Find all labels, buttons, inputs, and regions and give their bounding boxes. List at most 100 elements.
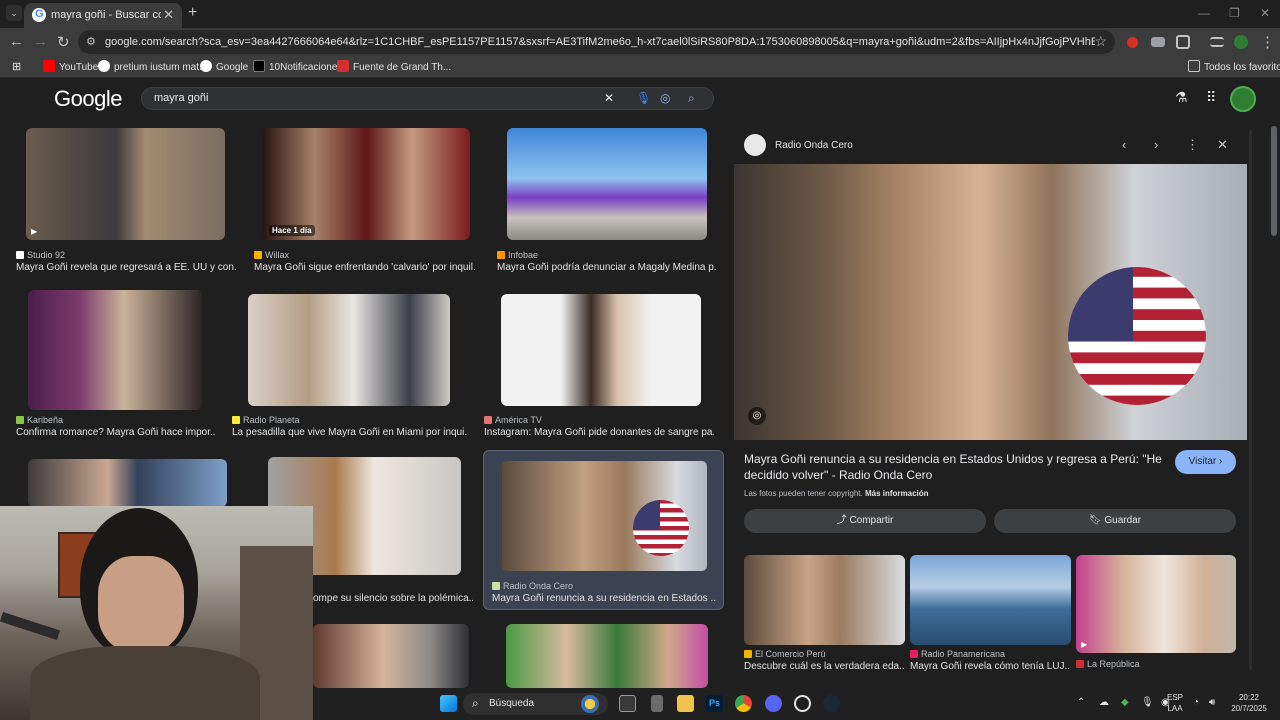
security-icon[interactable]: ◆ bbox=[1121, 697, 1129, 708]
account-avatar[interactable] bbox=[1230, 86, 1256, 112]
related-caption-1[interactable]: Descubre cuál es la verdadera eda... bbox=[744, 661, 905, 672]
file-explorer-icon[interactable] bbox=[677, 695, 694, 712]
tab-search-button[interactable]: ⌄ bbox=[6, 5, 22, 21]
google-apps-icon[interactable]: ⠿ bbox=[1206, 89, 1216, 106]
related-source-2[interactable]: Radio Panamericana bbox=[910, 649, 1005, 659]
previous-image-icon[interactable]: ‹ bbox=[1122, 137, 1126, 152]
result-source-selected[interactable]: Radio Onda Cero bbox=[492, 581, 573, 591]
weather-widget-icon[interactable] bbox=[581, 695, 599, 713]
related-image-3[interactable]: ▶ bbox=[1076, 555, 1236, 653]
obs-icon[interactable] bbox=[794, 695, 811, 712]
search-box[interactable]: mayra goñi ✕ 🎙 ◎ ⌕ bbox=[141, 87, 714, 110]
discord-icon[interactable] bbox=[765, 695, 782, 712]
extension-red-icon[interactable] bbox=[1127, 37, 1138, 48]
result-image-7[interactable] bbox=[28, 459, 227, 507]
lens-icon[interactable]: ◎ bbox=[660, 91, 670, 105]
result-caption-1[interactable]: Mayra Goñi revela que regresará a EE. UU… bbox=[16, 262, 236, 273]
onedrive-icon[interactable]: ☁ bbox=[1099, 697, 1109, 708]
result-source-1[interactable]: Studio 92 bbox=[16, 250, 65, 260]
microphone-icon[interactable]: 🎙︎ bbox=[1141, 697, 1154, 708]
result-source-6[interactable]: América TV bbox=[484, 415, 542, 425]
apps-grid-icon[interactable]: ⊞ bbox=[12, 60, 21, 73]
result-caption-5[interactable]: La pesadilla que vive Mayra Goñi en Miam… bbox=[232, 427, 467, 438]
bookmark-grand-theft[interactable]: Fuente de Grand Th... bbox=[337, 60, 451, 73]
panel-title[interactable]: Mayra Goñi renuncia a su residencia en E… bbox=[744, 451, 1164, 483]
site-info-icon[interactable]: ⚙ bbox=[86, 35, 96, 48]
more-options-icon[interactable]: ⋮ bbox=[1186, 137, 1199, 153]
bookmark-notificaciones[interactable]: 10Notificaciones bbox=[253, 60, 342, 73]
bookmark-pretium[interactable]: pretium iustum mat... bbox=[98, 60, 207, 73]
close-panel-icon[interactable]: ✕ bbox=[1217, 137, 1228, 153]
result-image-3[interactable] bbox=[507, 128, 707, 240]
volume-icon[interactable]: 🔊︎ bbox=[1209, 697, 1215, 708]
address-bar[interactable]: ⚙ google.com/search?sca_esv=3ea442766606… bbox=[78, 30, 1115, 54]
result-card-selected[interactable]: Radio Onda Cero Mayra Goñi renuncia a su… bbox=[483, 450, 724, 610]
bookmark-star-icon[interactable]: ☆ bbox=[1094, 33, 1107, 50]
back-button[interactable]: ← bbox=[9, 33, 24, 50]
panel-source[interactable]: Radio Onda Cero bbox=[775, 140, 853, 151]
result-image-4[interactable] bbox=[28, 290, 202, 410]
voice-search-icon[interactable]: 🎙 bbox=[636, 91, 651, 105]
maximize-button[interactable]: ❐ bbox=[1229, 6, 1240, 20]
reload-button[interactable]: ↻ bbox=[57, 33, 70, 51]
forward-button[interactable]: → bbox=[33, 33, 48, 50]
tray-overflow-icon[interactable]: ⌃ bbox=[1077, 697, 1085, 708]
share-button[interactable]: ⤴ Compartir bbox=[744, 509, 986, 533]
extension-gray-icon[interactable] bbox=[1151, 37, 1165, 47]
active-tab[interactable]: mayra goñi - Buscar con Google ✕ bbox=[24, 3, 182, 28]
result-image-6[interactable] bbox=[501, 294, 701, 406]
panel-scrollbar[interactable] bbox=[1249, 130, 1252, 670]
result-image-9[interactable] bbox=[313, 624, 469, 688]
profile-avatar[interactable] bbox=[1234, 35, 1248, 49]
result-image-1[interactable]: ▶ bbox=[26, 128, 225, 240]
result-caption-7[interactable]: ompe su silencio sobre la polémica... bbox=[313, 593, 473, 604]
bookmark-youtube[interactable]: YouTube bbox=[43, 60, 98, 73]
close-tab-icon[interactable]: ✕ bbox=[163, 7, 174, 23]
chrome-icon[interactable] bbox=[735, 695, 752, 712]
result-source-5[interactable]: Radio Planeta bbox=[232, 415, 300, 425]
result-source-3[interactable]: Infobae bbox=[497, 250, 538, 260]
more-info-link[interactable]: Más información bbox=[865, 489, 929, 498]
result-image-10[interactable] bbox=[506, 624, 708, 688]
result-image-5[interactable] bbox=[248, 294, 450, 406]
windows-start-icon[interactable] bbox=[440, 695, 457, 712]
result-source-4[interactable]: Karibeña bbox=[16, 415, 63, 425]
page-scrollbar[interactable] bbox=[1271, 126, 1277, 236]
search-query[interactable]: mayra goñi bbox=[154, 92, 208, 104]
save-button[interactable]: 🔖︎ Guardar bbox=[994, 509, 1236, 533]
result-image-2[interactable]: Hace 1 día bbox=[263, 128, 470, 240]
reading-list-icon[interactable] bbox=[1210, 37, 1224, 47]
taskbar-search[interactable]: ⌕ Búsqueda bbox=[463, 693, 608, 715]
related-caption-2[interactable]: Mayra Goñi revela cómo tenía LUJ... bbox=[910, 661, 1071, 672]
language-indicator[interactable]: ESP LAA bbox=[1163, 692, 1187, 714]
photoshop-icon[interactable]: Ps bbox=[706, 695, 723, 712]
clock[interactable]: 20:22 20/7/2025 bbox=[1229, 692, 1269, 714]
related-source-1[interactable]: El Comercio Perú bbox=[744, 649, 826, 659]
related-source-3[interactable]: La República bbox=[1076, 659, 1140, 669]
result-caption-3[interactable]: Mayra Goñi podría denunciar a Magaly Med… bbox=[497, 262, 717, 273]
all-bookmarks-folder[interactable]: Todos los favoritos bbox=[1188, 60, 1280, 73]
app-icon[interactable] bbox=[651, 695, 663, 712]
result-caption-6[interactable]: Instagram: Mayra Goñi pide donantes de s… bbox=[484, 427, 714, 438]
google-logo[interactable]: Google bbox=[54, 86, 122, 112]
labs-flask-icon[interactable]: ⚗ bbox=[1175, 89, 1188, 106]
task-view-icon[interactable] bbox=[619, 695, 636, 712]
result-caption-2[interactable]: Mayra Goñi sigue enfrentando 'calvario' … bbox=[254, 262, 476, 273]
next-image-icon[interactable]: › bbox=[1154, 137, 1158, 152]
lens-search-icon[interactable]: ◎ bbox=[748, 407, 766, 425]
preview-image[interactable]: ◎ bbox=[734, 164, 1247, 440]
close-window-button[interactable]: ✕ bbox=[1260, 6, 1270, 20]
bookmark-google[interactable]: Google bbox=[200, 60, 248, 73]
result-caption-4[interactable]: Confirma romance? Mayra Goñi hace impor.… bbox=[16, 427, 216, 438]
result-caption-selected[interactable]: Mayra Goñi renuncia a su residencia en E… bbox=[492, 593, 717, 604]
related-image-1[interactable] bbox=[744, 555, 905, 645]
clear-search-icon[interactable]: ✕ bbox=[604, 91, 614, 105]
wifi-icon[interactable]: ◔ bbox=[1193, 697, 1199, 708]
browser-menu-icon[interactable]: ⋮ bbox=[1260, 33, 1275, 51]
related-image-2[interactable] bbox=[910, 555, 1071, 645]
new-tab-button[interactable]: + bbox=[188, 4, 197, 22]
search-icon[interactable]: ⌕ bbox=[688, 91, 695, 106]
steam-icon[interactable] bbox=[823, 695, 840, 712]
visit-button[interactable]: Visitar › bbox=[1175, 450, 1236, 474]
minimize-button[interactable]: — bbox=[1198, 6, 1210, 20]
